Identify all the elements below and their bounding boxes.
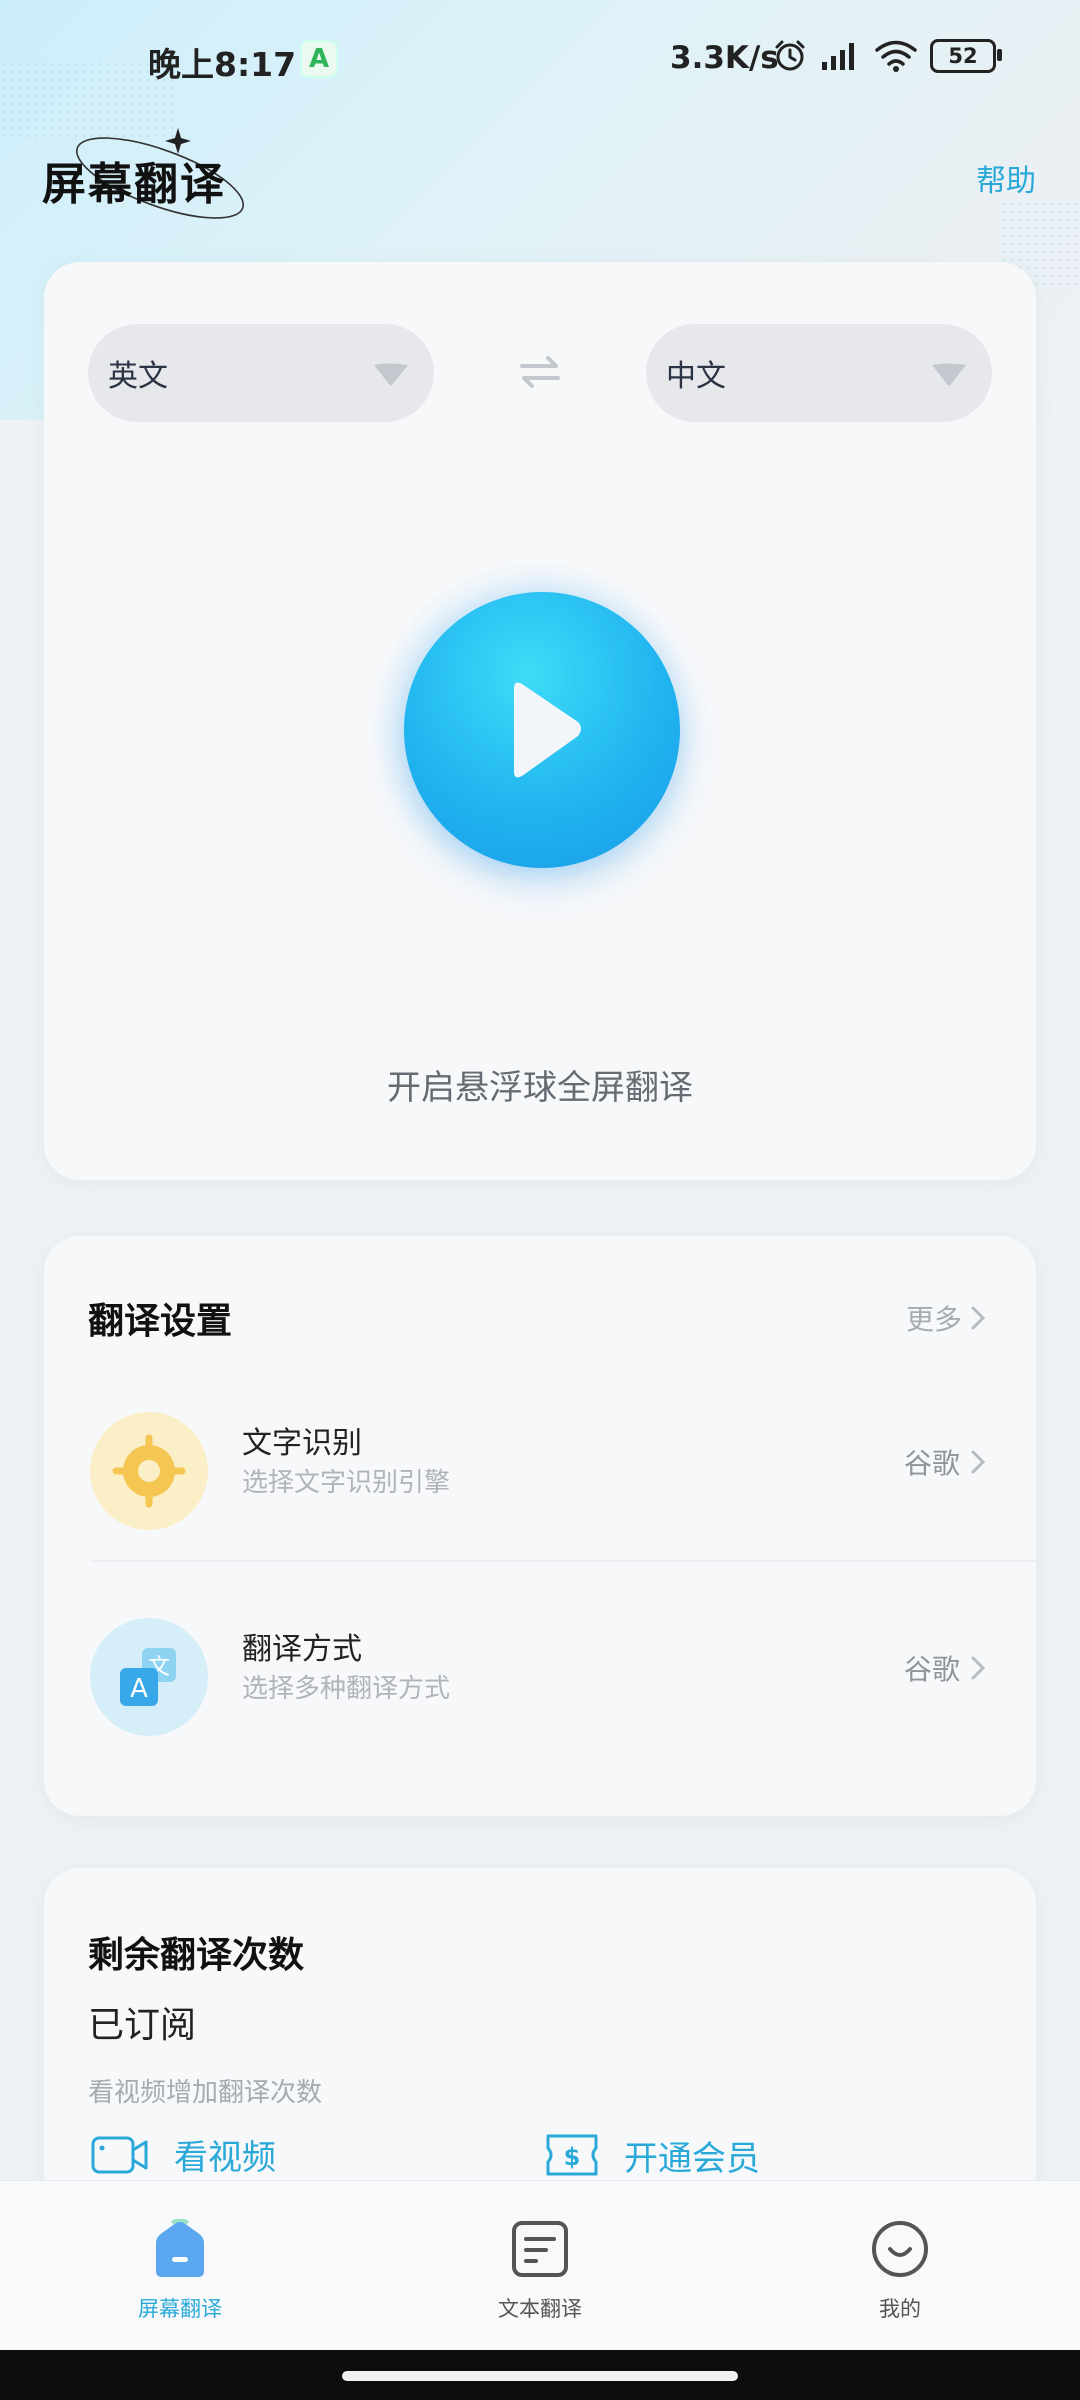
app-notification-icon: A — [300, 40, 338, 78]
settings-title: 翻译设置 — [88, 1301, 233, 1342]
chevron-right-icon — [971, 1656, 986, 1680]
subscription-status: 已订阅 — [88, 2005, 197, 2046]
battery-level: 52 — [948, 44, 978, 68]
network-speed: 3.3K/s — [670, 40, 779, 76]
remaining-title: 剩余翻译次数 — [88, 1935, 305, 1976]
svg-text:$: $ — [564, 2143, 581, 2171]
ocr-engine-title: 文字识别 — [242, 1426, 362, 1461]
start-floating-ball-label: 开启悬浮球全屏翻译 — [387, 1068, 693, 1108]
translation-method-value-label: 谷歌 — [903, 1653, 960, 1686]
more-label: 更多 — [905, 1303, 962, 1336]
ocr-engine-value: 谷歌 — [904, 1442, 986, 1482]
ocr-icon — [90, 1412, 208, 1530]
divider — [90, 1560, 1036, 1562]
watch-video-label: 看视频 — [174, 2138, 276, 2178]
translation-settings-card: 翻译设置 更多 文字识别 选择文字识别引擎 谷歌 文 A 翻译方式 选择多种翻译… — [44, 1236, 1036, 1816]
more-settings-link[interactable]: 更多 — [906, 1298, 986, 1338]
ticket-icon: $ — [546, 2134, 598, 2176]
status-time: 晚上8:17 — [148, 45, 297, 84]
tab-me[interactable]: 我的 — [800, 2219, 1000, 2323]
status-bar: 晚上8:17 A 3.3K/s 52 — [0, 0, 1080, 120]
profile-smile-icon — [872, 2221, 928, 2277]
tab-me-label: 我的 — [879, 2297, 921, 2321]
video-camera-icon — [91, 2136, 148, 2173]
home-indicator[interactable] — [342, 2371, 738, 2381]
tab-screen-translate[interactable]: 屏幕翻译 — [80, 2218, 280, 2323]
translation-method-row[interactable]: 文 A 翻译方式 选择多种翻译方式 谷歌 — [44, 1598, 1036, 1768]
tab-screen-translate-label: 屏幕翻译 — [138, 2297, 222, 2321]
page-title: 屏幕翻译 — [42, 159, 226, 210]
translation-method-value: 谷歌 — [904, 1648, 986, 1688]
chevron-right-icon — [971, 1306, 986, 1330]
bottom-navigation: 屏幕翻译 文本翻译 我的 — [0, 2180, 1080, 2351]
alarm-icon — [775, 40, 805, 71]
open-membership-label: 开通会员 — [624, 2138, 760, 2179]
watch-video-hint: 看视频增加翻译次数 — [88, 2078, 323, 2108]
status-icons: 52 — [772, 38, 1002, 74]
tab-text-translate[interactable]: 文本翻译 — [440, 2219, 640, 2323]
help-link[interactable]: 帮助 — [976, 156, 1036, 200]
battery-indicator: 52 — [930, 39, 1002, 73]
translator-card: 英文 中文 开启悬浮球全屏翻译 — [44, 262, 1036, 1180]
open-membership-button[interactable]: $ 开通会员 — [544, 2130, 760, 2180]
ocr-engine-row[interactable]: 文字识别 选择文字识别引擎 谷歌 — [44, 1392, 1036, 1562]
translation-method-title: 翻译方式 — [242, 1632, 362, 1667]
swap-languages-icon[interactable] — [518, 354, 562, 390]
watch-video-button[interactable]: 看视频 — [90, 2130, 276, 2179]
play-icon — [514, 682, 581, 778]
translate-icon: 文 A — [90, 1618, 208, 1736]
start-floating-ball-button[interactable] — [404, 592, 680, 868]
source-language-label: 英文 — [108, 359, 168, 394]
document-icon — [512, 2221, 568, 2277]
home-icon — [156, 2218, 204, 2277]
translation-method-subtitle: 选择多种翻译方式 — [242, 1674, 451, 1704]
tab-text-translate-label: 文本翻译 — [498, 2297, 582, 2321]
target-language-select[interactable]: 中文 — [646, 324, 992, 422]
chevron-down-icon — [374, 363, 408, 386]
target-language-label: 中文 — [666, 359, 726, 394]
ocr-engine-value-label: 谷歌 — [903, 1447, 960, 1480]
chevron-right-icon — [971, 1450, 986, 1474]
svg-text:A: A — [130, 1674, 148, 1704]
wifi-icon — [875, 40, 917, 72]
signal-icon — [822, 43, 854, 70]
ocr-engine-subtitle: 选择文字识别引擎 — [242, 1468, 451, 1498]
chevron-down-icon — [932, 363, 966, 386]
source-language-select[interactable]: 英文 — [88, 324, 434, 422]
